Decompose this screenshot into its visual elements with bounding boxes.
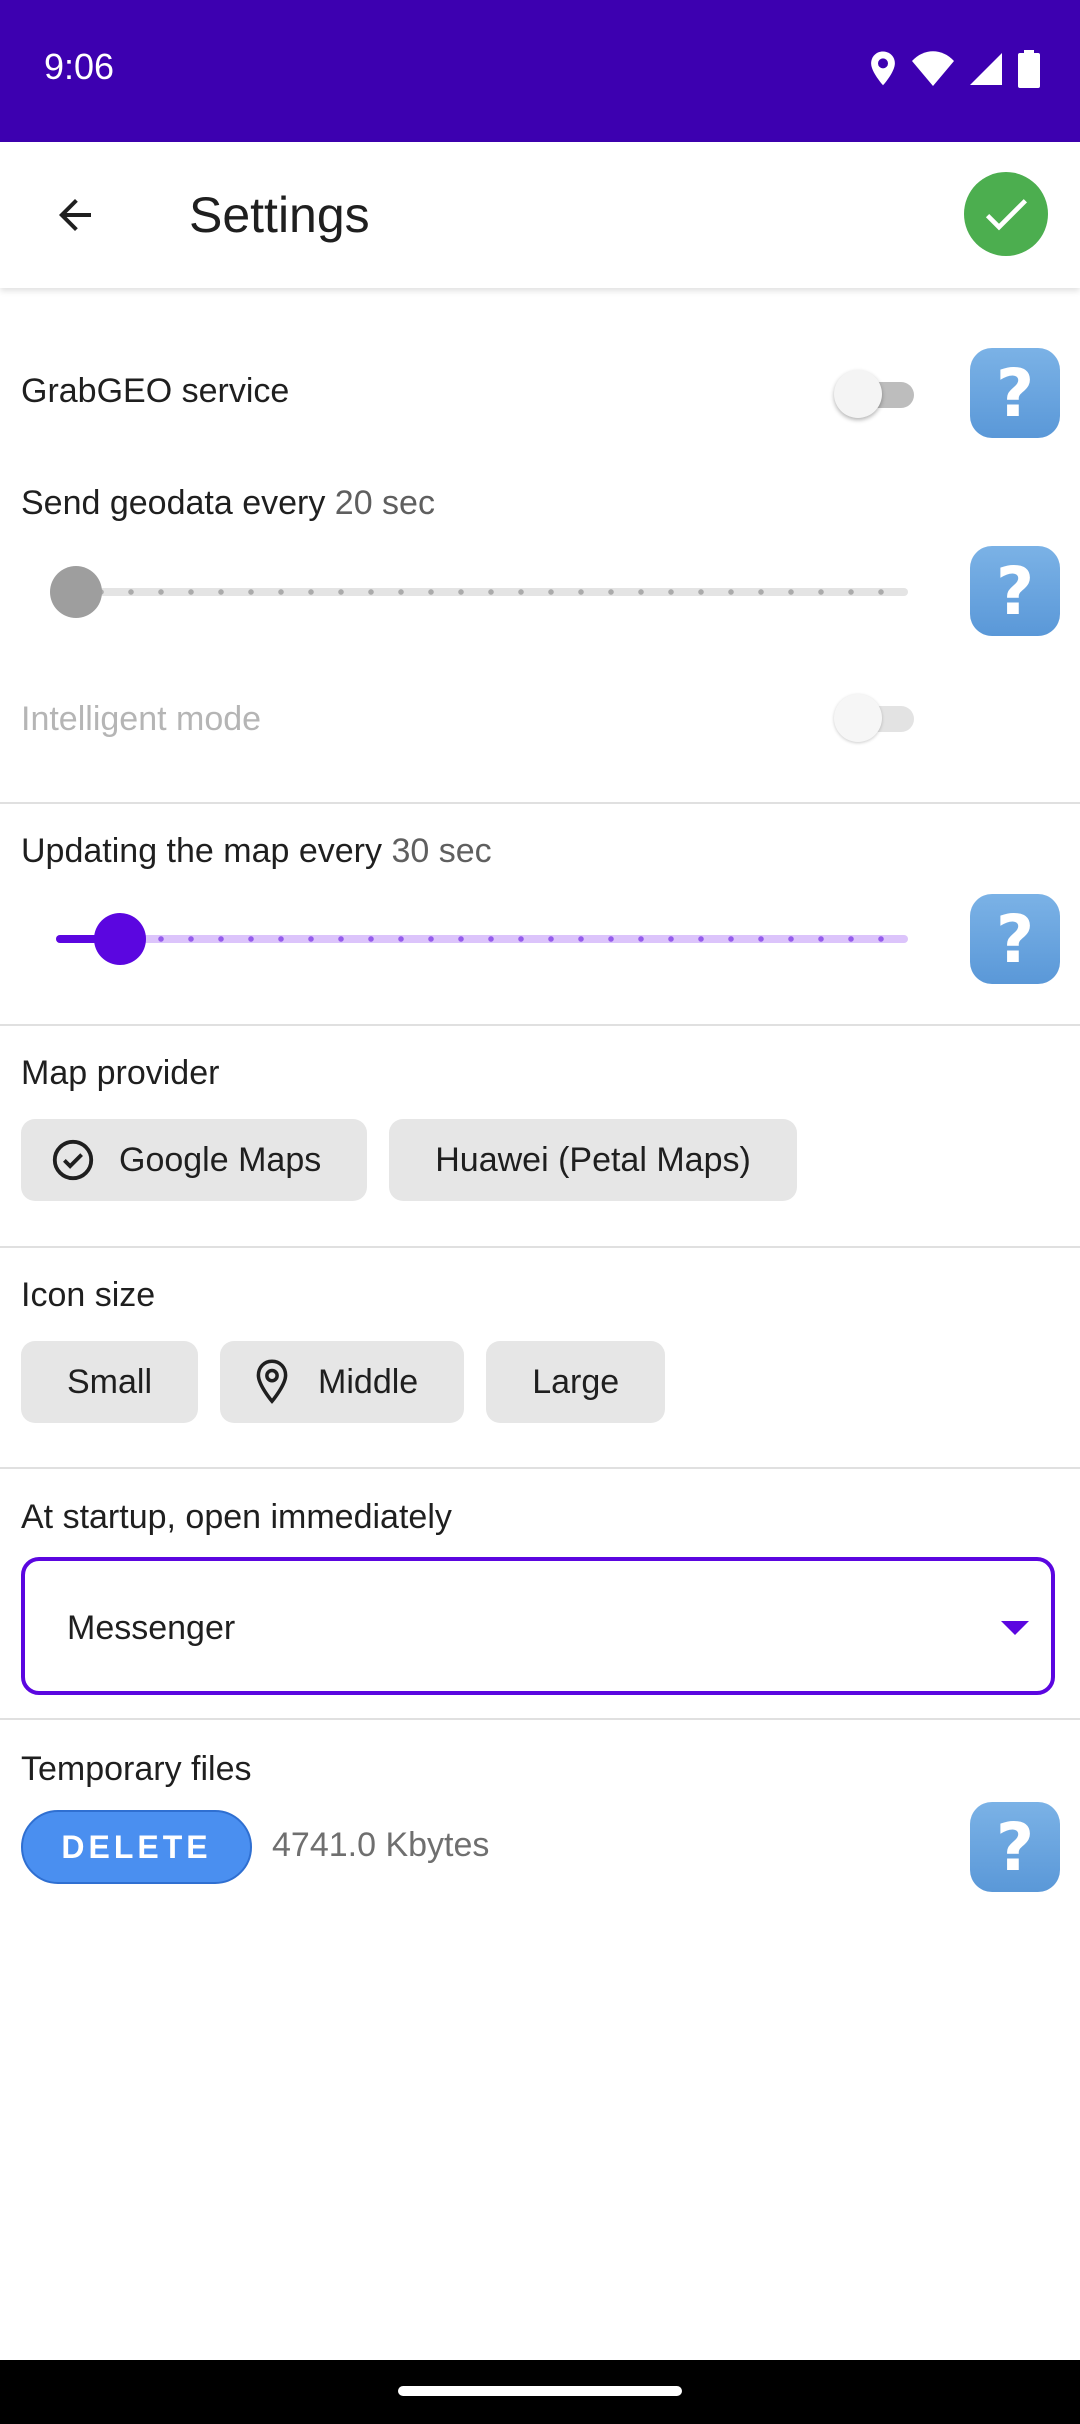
- app-bar: Settings: [0, 142, 1080, 288]
- grabgeo-switch[interactable]: [834, 368, 916, 420]
- check-icon: [985, 199, 1027, 231]
- map-provider-label: Map provider: [21, 1054, 220, 1092]
- divider: [0, 1246, 1080, 1248]
- chip-label: Small: [67, 1362, 153, 1401]
- navigation-bar: [0, 2360, 1080, 2424]
- map-update-label: Updating the map every 30 sec: [21, 832, 492, 871]
- map-update-slider[interactable]: [56, 909, 908, 969]
- status-icons: [868, 49, 1040, 93]
- geodata-help-button[interactable]: ?: [970, 546, 1060, 636]
- divider: [0, 1718, 1080, 1720]
- status-time: 9:06: [44, 46, 115, 87]
- battery-icon: [1018, 49, 1040, 93]
- dropdown-arrow-icon: [1001, 1621, 1029, 1635]
- geodata-label-text: Send geodata every: [21, 484, 326, 522]
- map-update-value: 30 sec: [391, 832, 492, 870]
- chip-label: Huawei (Petal Maps): [435, 1140, 751, 1179]
- geodata-label: Send geodata every 20 sec: [21, 484, 435, 523]
- chip-small[interactable]: Small: [21, 1341, 199, 1423]
- map-provider-chips: Google Maps Huawei (Petal Maps): [21, 1119, 797, 1201]
- intelligent-mode-switch[interactable]: [834, 692, 916, 744]
- grabgeo-help-button[interactable]: ?: [970, 348, 1060, 438]
- help-icon: ?: [995, 1808, 1035, 1886]
- map-update-label-text: Updating the map every: [21, 832, 382, 870]
- chip-middle[interactable]: Middle: [220, 1341, 465, 1423]
- chip-large[interactable]: Large: [486, 1341, 666, 1423]
- chip-huawei-petal-maps[interactable]: Huawei (Petal Maps): [389, 1119, 797, 1201]
- startup-dropdown[interactable]: Messenger: [21, 1557, 1055, 1695]
- divider: [0, 802, 1080, 804]
- confirm-button[interactable]: [964, 172, 1048, 256]
- page-title: Settings: [189, 187, 370, 243]
- intelligent-mode-label: Intelligent mode: [21, 700, 262, 738]
- help-icon: ?: [995, 900, 1035, 978]
- chip-label: Large: [532, 1362, 620, 1401]
- help-icon: ?: [995, 552, 1035, 630]
- icon-size-label: Icon size: [21, 1276, 156, 1314]
- map-update-slider-thumb[interactable]: [94, 913, 146, 965]
- status-bar: 9:06: [0, 0, 1080, 142]
- location-icon: [868, 50, 898, 93]
- temp-files-label: Temporary files: [21, 1750, 252, 1788]
- icon-size-chips: Small Middle Large: [21, 1341, 666, 1423]
- delete-button[interactable]: DELETE: [21, 1810, 252, 1884]
- chip-label: Google Maps: [119, 1140, 322, 1179]
- geodata-value: 20 sec: [334, 484, 435, 522]
- chip-google-maps[interactable]: Google Maps: [21, 1119, 368, 1201]
- map-update-help-button[interactable]: ?: [970, 894, 1060, 984]
- grabgeo-label: GrabGEO service: [21, 372, 290, 410]
- home-handle[interactable]: [398, 2386, 682, 2396]
- back-button[interactable]: [40, 180, 110, 250]
- help-icon: ?: [995, 354, 1035, 432]
- temp-files-size: 4741.0 Kbytes: [272, 1826, 490, 1864]
- geodata-slider[interactable]: [50, 562, 908, 622]
- temp-files-help-button[interactable]: ?: [970, 1802, 1060, 1892]
- divider: [0, 1024, 1080, 1026]
- startup-dropdown-value: Messenger: [67, 1609, 236, 1647]
- map-pin-icon: [248, 1358, 296, 1406]
- geodata-slider-thumb[interactable]: [50, 566, 102, 618]
- chip-label: Middle: [318, 1362, 419, 1401]
- startup-label: At startup, open immediately: [21, 1498, 452, 1536]
- divider: [0, 1467, 1080, 1469]
- check-circle-icon: [49, 1136, 97, 1184]
- signal-icon: [968, 51, 1004, 92]
- arrow-left-icon: [59, 199, 91, 231]
- wifi-icon: [912, 50, 954, 92]
